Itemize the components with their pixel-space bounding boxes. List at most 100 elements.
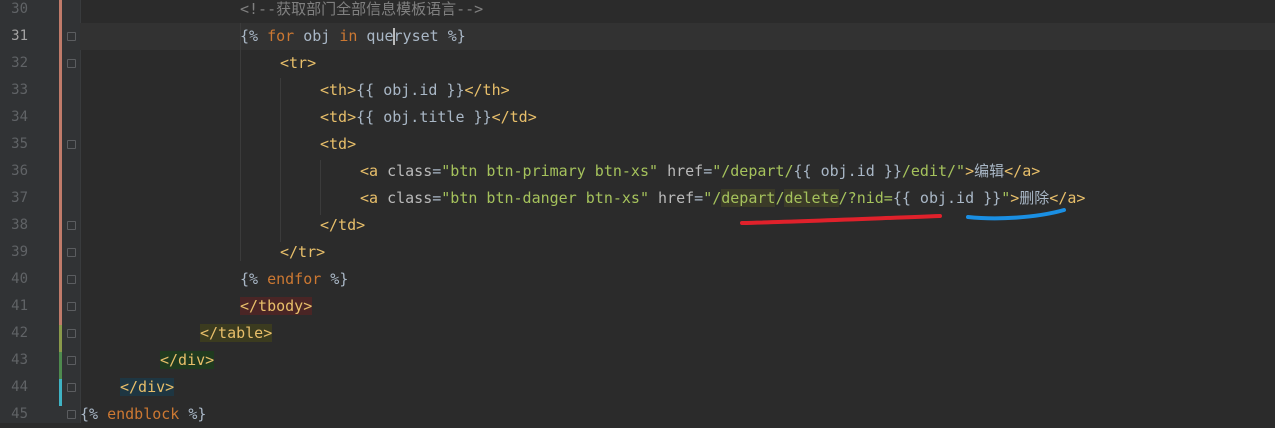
code-line: </tbody>	[240, 293, 313, 320]
code-token: {%	[240, 270, 268, 288]
code-token: </td>	[491, 108, 537, 126]
fold-open-icon[interactable]	[67, 59, 76, 68]
fold-open-icon[interactable]	[67, 32, 76, 41]
vcs-change-marker-modified	[59, 0, 62, 325]
code-token: </td>	[320, 216, 366, 234]
fold-close-icon[interactable]	[67, 329, 76, 338]
code-token: <td>	[320, 135, 357, 153]
code-token: <!--获取部门全部信息模板语言-->	[240, 0, 484, 18]
code-token: </th>	[464, 81, 510, 99]
code-token: {{ obj.id }}	[793, 162, 902, 180]
code-line: <tr>	[280, 50, 316, 77]
line-number: 34	[11, 109, 28, 125]
code-token: href	[667, 162, 704, 180]
line-number: 40	[11, 271, 28, 287]
code-token: <a	[360, 162, 388, 180]
code-line: {% endblock %}	[80, 401, 206, 428]
code-token: obj	[294, 27, 340, 45]
fold-open-icon[interactable]	[67, 140, 76, 149]
highlighted-word: depart	[721, 189, 776, 207]
code-token: "btn btn-primary btn-xs"	[441, 162, 659, 180]
code-token: </div>	[120, 378, 175, 396]
code-line: </div>	[120, 374, 175, 401]
code-token: >	[1010, 189, 1020, 207]
fold-close-icon[interactable]	[67, 383, 76, 392]
code-token: <td>	[320, 108, 357, 126]
code-token: %}	[179, 405, 207, 423]
code-token: /edit/"	[901, 162, 966, 180]
code-token: </tbody>	[240, 297, 313, 315]
code-token: >	[965, 162, 975, 180]
line-number: 39	[11, 244, 28, 260]
code-line: </td>	[320, 212, 365, 239]
code-token: </a>	[1049, 189, 1086, 207]
fold-close-icon[interactable]	[67, 356, 76, 365]
line-number: 37	[11, 190, 28, 206]
code-token: {{ obj.id }}	[892, 189, 1002, 207]
code-token: {%	[240, 27, 268, 45]
fold-close-icon[interactable]	[67, 248, 76, 257]
code-line: <a class="btn btn-primary btn-xs" href="…	[360, 158, 1040, 185]
code-token: "/	[703, 189, 722, 207]
code-token: 删除	[1019, 189, 1050, 207]
line-number: 43	[11, 352, 28, 368]
code-token: =	[432, 189, 442, 207]
line-number: 38	[11, 217, 28, 233]
fold-close-icon[interactable]	[67, 410, 76, 419]
code-line: {% for obj in queryset %}	[240, 23, 466, 50]
code-token: </table>	[200, 324, 273, 342]
annotation-underline-red	[740, 214, 942, 225]
line-number: 30	[11, 1, 28, 17]
line-number: 31	[11, 28, 28, 44]
code-token: que	[357, 27, 394, 45]
code-token: =	[703, 162, 713, 180]
line-number: 33	[11, 82, 28, 98]
code-line: <!--获取部门全部信息模板语言-->	[240, 0, 483, 23]
code-token: href	[658, 189, 695, 207]
indent-guide	[240, 23, 241, 261]
code-token: %}	[321, 270, 349, 288]
code-token: </div>	[160, 351, 215, 369]
fold-close-icon[interactable]	[67, 275, 76, 284]
code-token: endfor	[267, 270, 322, 288]
line-number: 32	[11, 55, 28, 71]
code-token: "/depart/	[712, 162, 794, 180]
code-token: =	[432, 162, 442, 180]
code-line: <td>{{ obj.title }}</td>	[320, 104, 537, 131]
code-token: </tr>	[280, 243, 326, 261]
code-token: <th>	[320, 81, 357, 99]
code-token: "btn btn-danger btn-xs"	[441, 189, 649, 207]
code-token: /?nid=	[838, 189, 893, 207]
highlighted-word: delete	[784, 189, 839, 207]
line-number: 36	[11, 163, 28, 179]
code-editor[interactable]: <!--获取部门全部信息模板语言--> {% for obj in queryse…	[80, 0, 1275, 423]
code-token: "	[1001, 189, 1011, 207]
code-token: <a	[360, 189, 388, 207]
line-number: 35	[11, 136, 28, 152]
indent-guide	[320, 160, 321, 215]
line-number: 44	[11, 379, 28, 395]
line-number: 42	[11, 325, 28, 341]
code-line: </table>	[200, 320, 273, 347]
code-token: endblock	[107, 405, 180, 423]
code-token: 编辑	[974, 162, 1005, 180]
code-token: {{ obj.title }}	[356, 108, 492, 126]
code-token: <tr>	[280, 54, 317, 72]
code-token: {{ obj.id }}	[356, 81, 465, 99]
annotation-underline-blue	[966, 208, 1066, 221]
code-token: {%	[80, 405, 108, 423]
indent-guide	[280, 78, 281, 242]
code-token: in	[339, 27, 358, 45]
code-token: ryset %}	[393, 27, 466, 45]
code-token: =	[694, 189, 704, 207]
fold-close-icon[interactable]	[67, 221, 76, 230]
line-number: 45	[11, 406, 28, 422]
code-token: class	[387, 162, 433, 180]
code-token: class	[387, 189, 433, 207]
vcs-change-marker-added	[59, 325, 62, 352]
code-line: <td>	[320, 131, 356, 158]
fold-close-icon[interactable]	[67, 302, 76, 311]
code-token: for	[267, 27, 295, 45]
